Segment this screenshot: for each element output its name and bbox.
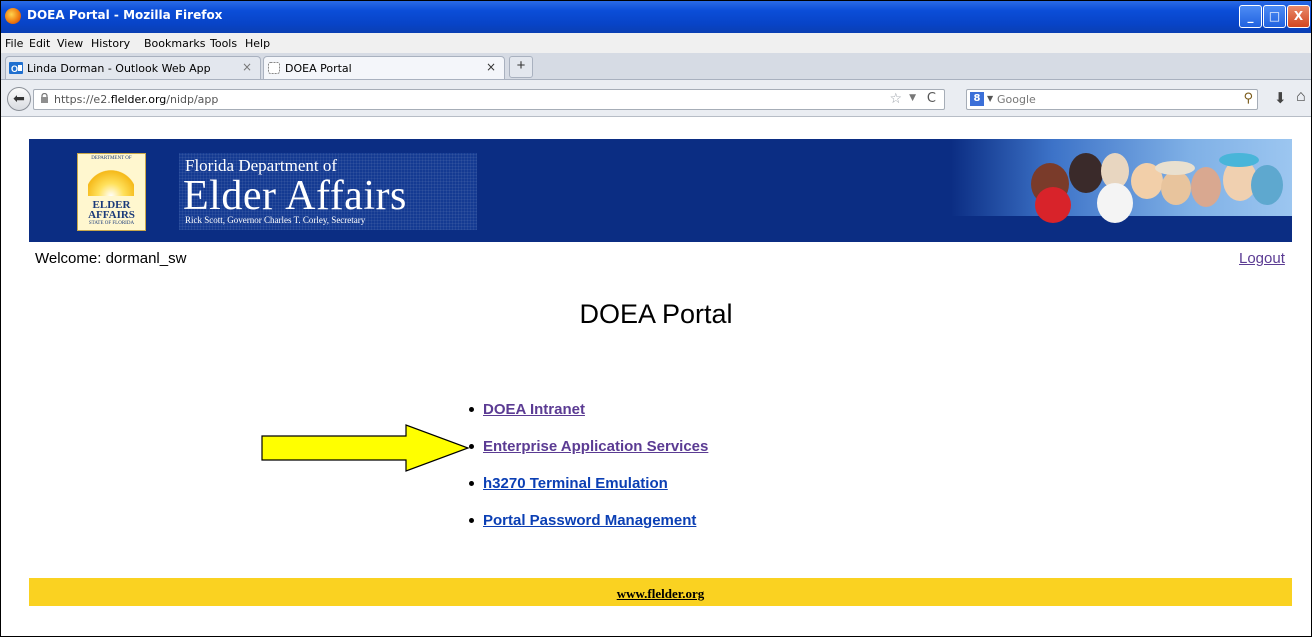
lock-icon [41, 93, 48, 103]
downloads-icon[interactable]: ⬇ [1274, 89, 1287, 107]
search-icon[interactable]: ⚲ [1243, 91, 1253, 106]
reload-icon[interactable]: C [927, 91, 936, 106]
search-box[interactable]: 8 ▼ Google ⚲ [966, 89, 1258, 110]
outlook-icon: O [9, 62, 23, 74]
search-placeholder: Google [997, 93, 1036, 106]
menu-view[interactable]: View [57, 37, 83, 50]
title-bar: DOEA Portal - Mozilla Firefox _ □ X [1, 1, 1311, 33]
address-bar[interactable]: https://e2.flelder.org/nidp/app ☆ ▼ C [33, 89, 945, 110]
seniors-photo [951, 139, 1292, 223]
pointer-arrow-icon [261, 424, 470, 472]
browser-window: DOEA Portal - Mozilla Firefox _ □ X File… [0, 0, 1312, 637]
footer-link[interactable]: www.flelder.org [617, 586, 705, 601]
minimize-button[interactable]: _ [1239, 5, 1262, 28]
menu-file[interactable]: File [5, 37, 23, 50]
blank-page-icon [268, 62, 280, 74]
banner-officials: Rick Scott, Governor Charles T. Corley, … [185, 215, 366, 225]
tab-doea-portal[interactable]: DOEA Portal × [263, 56, 505, 79]
new-tab-button[interactable]: + [509, 56, 533, 78]
logout-link[interactable]: Logout [1239, 250, 1285, 267]
menu-help[interactable]: Help [245, 37, 270, 50]
menu-tools[interactable]: Tools [210, 37, 237, 50]
menu-bar: File Edit View History Bookmarks Tools H… [1, 33, 1311, 53]
bookmark-star-icon[interactable]: ☆ [889, 91, 902, 107]
navigation-bar: ⬅ https://e2.flelder.org/nidp/app ☆ ▼ C … [1, 80, 1311, 117]
elder-affairs-logo: DEPARTMENT OF ELDER AFFAIRS STATE OF FLO… [77, 153, 146, 231]
page-title: DOEA Portal [579, 299, 733, 329]
tab-outlook[interactable]: O Linda Dorman - Outlook Web App × [5, 56, 261, 79]
close-button[interactable]: X [1287, 5, 1310, 28]
tab-close-icon[interactable]: × [486, 60, 496, 74]
link-portal-password-management[interactable]: Portal Password Management [483, 512, 696, 529]
firefox-icon [5, 8, 21, 24]
search-engine-dropdown-icon[interactable]: ▼ [987, 94, 993, 103]
tab-close-icon[interactable]: × [242, 60, 252, 74]
home-icon[interactable]: ⌂ [1296, 88, 1306, 106]
footer-bar: www.flelder.org [29, 578, 1292, 606]
banner-title-box: Florida Department of Elder Affairs Rick… [179, 153, 477, 230]
header-banner: DEPARTMENT OF ELDER AFFAIRS STATE OF FLO… [29, 139, 1292, 242]
menu-edit[interactable]: Edit [29, 37, 50, 50]
window-title: DOEA Portal - Mozilla Firefox [27, 8, 223, 22]
link-enterprise-application-services[interactable]: Enterprise Application Services [483, 438, 708, 455]
link-doea-intranet[interactable]: DOEA Intranet [483, 401, 585, 418]
link-h3270-terminal-emulation[interactable]: h3270 Terminal Emulation [483, 475, 668, 492]
banner-title: Elder Affairs [183, 173, 407, 219]
url-text: https://e2.flelder.org/nidp/app [54, 93, 219, 106]
tab-strip: O Linda Dorman - Outlook Web App × DOEA … [1, 53, 1311, 80]
menu-history[interactable]: History [91, 37, 130, 50]
welcome-text: Welcome: dormanl_sw [35, 250, 187, 267]
tab-label: DOEA Portal [285, 62, 352, 75]
back-button[interactable]: ⬅ [7, 87, 31, 111]
maximize-button[interactable]: □ [1263, 5, 1286, 28]
history-dropdown-icon[interactable]: ▼ [909, 93, 916, 103]
tab-label: Linda Dorman - Outlook Web App [27, 62, 211, 75]
google-icon[interactable]: 8 [970, 92, 984, 106]
menu-bookmarks[interactable]: Bookmarks [144, 37, 205, 50]
svg-text:O: O [11, 64, 18, 74]
